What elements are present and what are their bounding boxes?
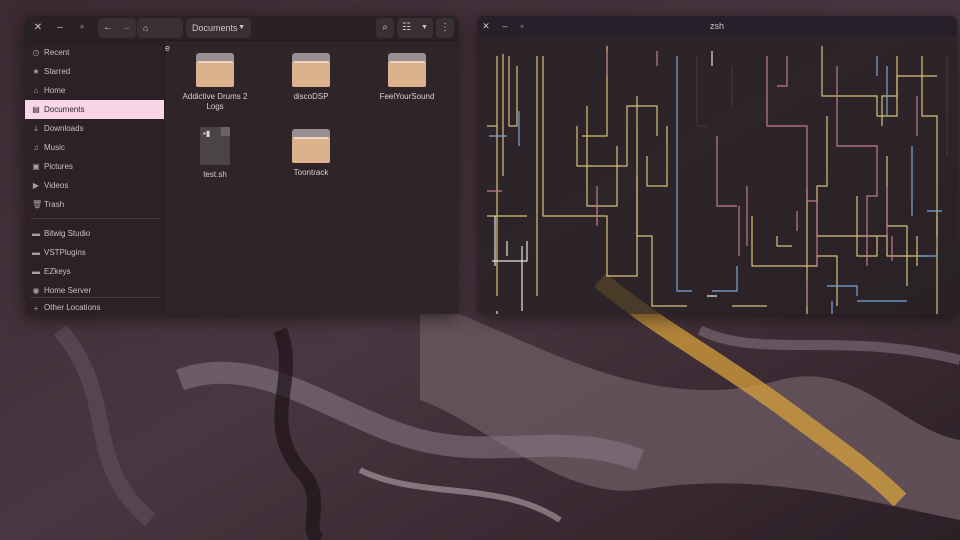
sidebar-item-label: Documents xyxy=(44,105,85,114)
home-icon: ⌂ xyxy=(33,86,39,95)
video-icon: ▶ xyxy=(32,181,40,190)
breadcrumb-current[interactable]: Documents ▼ xyxy=(186,18,251,38)
network-icon: ◉ xyxy=(32,286,40,295)
sidebar-separator xyxy=(30,218,160,219)
view-options-button[interactable]: ☷ ▼ xyxy=(397,18,433,38)
sidebar-item-label: Music xyxy=(44,143,65,152)
sidebar-item-label: Videos xyxy=(44,181,69,190)
breadcrumb-current-label: Documents xyxy=(192,23,238,33)
folder-icon xyxy=(292,53,330,87)
home-icon: ⌂ xyxy=(143,23,149,33)
file-item-test-sh[interactable]: ▪▮ test.sh xyxy=(179,127,251,180)
file-name: Addictive Drums 2 Logs xyxy=(182,92,248,111)
sidebar-item-music[interactable]: ♫ Music xyxy=(25,138,164,157)
close-icon[interactable]: ✕ xyxy=(30,20,46,36)
sidebar-item-pictures[interactable]: ▣ Pictures xyxy=(25,157,164,176)
sidebar-item-label: Other Locations xyxy=(44,303,101,312)
file-name: FeelYourSound xyxy=(379,92,435,101)
list-view-icon: ☷ xyxy=(402,22,411,33)
history-buttons: ← → xyxy=(98,18,136,38)
sidebar: ◷ Recent ★ Starred ⌂ Home ▤ Documents ⤓ … xyxy=(25,41,165,314)
sidebar-item-home[interactable]: ⌂ Home xyxy=(25,81,164,100)
folder-icon xyxy=(292,129,330,163)
sidebar-item-label: Trash xyxy=(44,200,65,209)
menu-button[interactable]: ⋮ xyxy=(436,18,454,38)
kebab-menu-icon: ⋮ xyxy=(440,22,450,33)
file-name: Toontrack xyxy=(293,168,329,177)
terminal-headerbar: ✕ – ▫ zsh xyxy=(477,16,957,36)
picture-icon: ▣ xyxy=(32,162,40,171)
trash-icon: 🗑 xyxy=(32,200,43,209)
folder-icon: ▬ xyxy=(32,229,40,238)
folder-icon xyxy=(196,53,234,87)
terminal-window: ✕ – ▫ zsh xyxy=(477,16,957,314)
sidebar-item-videos[interactable]: ▶ Videos xyxy=(25,176,164,195)
sidebar-item-label: Starred xyxy=(44,67,71,76)
sidebar-item-starred[interactable]: ★ Starred xyxy=(25,62,164,81)
folder-icon: ▬ xyxy=(32,248,40,257)
sidebar-separator xyxy=(30,297,160,298)
terminal-pipes-output[interactable] xyxy=(477,36,957,314)
file-item-addictive-drums-2-logs[interactable]: Addictive Drums 2 Logs xyxy=(179,53,251,112)
minimize-icon[interactable]: – xyxy=(52,20,68,36)
file-manager-window: ✕ – ▫ ← → ⌂ Home Documents ▼ ⌕ ☷ ▼ ⋮ ◷ R… xyxy=(25,16,458,314)
sidebar-item-vstplugins[interactable]: ▬ VSTPlugins xyxy=(25,243,164,262)
sidebar-item-label: EZkeys xyxy=(44,267,71,276)
sidebar-item-bitwig-studio[interactable]: ▬ Bitwig Studio xyxy=(25,224,164,243)
script-file-icon: ▪▮ xyxy=(200,127,230,165)
plus-icon: + xyxy=(33,304,39,313)
file-item-feelyoursound[interactable]: FeelYourSound xyxy=(371,53,443,102)
sidebar-item-ezkeys[interactable]: ▬ EZkeys xyxy=(25,262,164,281)
file-name: test.sh xyxy=(203,170,227,179)
document-icon: ▤ xyxy=(32,105,40,114)
music-icon: ♫ xyxy=(33,143,39,152)
download-icon: ⤓ xyxy=(34,124,38,133)
sidebar-item-downloads[interactable]: ⤓ Downloads xyxy=(25,119,164,138)
search-button[interactable]: ⌕ xyxy=(376,18,394,38)
sidebar-item-trash[interactable]: 🗑 Trash xyxy=(25,195,164,214)
forward-arrow-icon[interactable]: → xyxy=(121,18,131,38)
file-name: discoDSP xyxy=(293,92,329,101)
maximize-icon[interactable]: ▫ xyxy=(74,20,90,36)
sidebar-item-label: Pictures xyxy=(44,162,73,171)
file-item-discodsp[interactable]: discoDSP xyxy=(275,53,347,102)
file-item-toontrack[interactable]: Toontrack xyxy=(275,129,347,178)
breadcrumb-home[interactable]: ⌂ Home xyxy=(137,18,183,53)
terminal-title: zsh xyxy=(709,21,724,31)
folder-icon: ▬ xyxy=(32,267,40,276)
sidebar-item-other-locations[interactable]: + Other Locations xyxy=(25,300,164,314)
back-arrow-icon[interactable]: ← xyxy=(103,18,113,38)
file-manager-headerbar: ✕ – ▫ ← → ⌂ Home Documents ▼ ⌕ ☷ ▼ ⋮ xyxy=(25,16,458,53)
sidebar-item-recent[interactable]: ◷ Recent xyxy=(25,43,164,62)
clock-icon: ◷ xyxy=(32,48,40,57)
chevron-down-icon: ▼ xyxy=(421,24,428,31)
sidebar-item-label: Downloads xyxy=(44,124,84,133)
chevron-down-icon: ▼ xyxy=(238,24,245,31)
sidebar-item-documents[interactable]: ▤ Documents xyxy=(25,100,164,119)
sidebar-item-label: VSTPlugins xyxy=(44,248,86,257)
sidebar-item-label: Home xyxy=(44,86,66,95)
star-icon: ★ xyxy=(32,67,40,76)
sidebar-item-label: Recent xyxy=(44,48,70,57)
sidebar-item-label: Bitwig Studio xyxy=(44,229,91,238)
folder-icon xyxy=(388,53,426,87)
search-icon: ⌕ xyxy=(382,22,388,33)
